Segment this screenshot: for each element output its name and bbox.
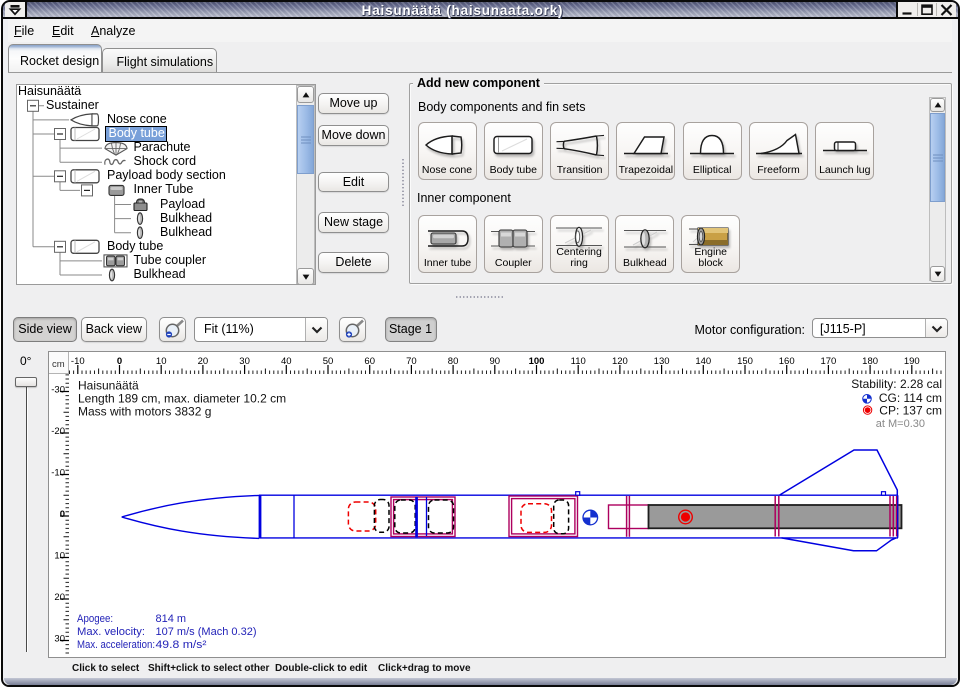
svg-text:Apogee:: Apogee:	[77, 613, 113, 625]
svg-text:180: 180	[862, 356, 878, 367]
svg-text:40: 40	[281, 356, 292, 367]
svg-text:10: 10	[156, 356, 167, 367]
svg-text:Max. acceleration:: Max. acceleration:	[77, 639, 155, 651]
svg-text:-20: -20	[51, 426, 65, 437]
svg-text:49.8 m/s²: 49.8 m/s²	[156, 639, 207, 651]
svg-text:814 m: 814 m	[156, 613, 187, 625]
svg-text:20: 20	[54, 592, 65, 603]
svg-text:0: 0	[60, 509, 65, 520]
svg-text:130: 130	[654, 356, 670, 367]
svg-text:at M=0.30: at M=0.30	[876, 418, 925, 430]
svg-text:70: 70	[406, 356, 417, 367]
svg-text:140: 140	[695, 356, 711, 367]
svg-text:190: 190	[904, 356, 920, 367]
svg-text:60: 60	[364, 356, 375, 367]
svg-text:CP: 137 cm: CP: 137 cm	[879, 404, 942, 418]
svg-text:150: 150	[737, 356, 753, 367]
svg-text:160: 160	[779, 356, 795, 367]
svg-text:120: 120	[612, 356, 628, 367]
svg-text:20: 20	[198, 356, 209, 367]
svg-text:Mass with motors 3832 g: Mass with motors 3832 g	[78, 405, 211, 419]
svg-text:Length 189 cm, max. diameter 1: Length 189 cm, max. diameter 10.2 cm	[78, 392, 286, 406]
svg-text:80: 80	[448, 356, 459, 367]
svg-text:107 m/s (Mach 0.32): 107 m/s (Mach 0.32)	[156, 626, 257, 638]
svg-text:Max. velocity:: Max. velocity:	[77, 626, 145, 638]
svg-text:110: 110	[571, 356, 586, 367]
svg-text:170: 170	[820, 356, 836, 367]
svg-text:100: 100	[529, 356, 545, 367]
svg-text:-30: -30	[51, 385, 65, 396]
svg-text:50: 50	[323, 356, 334, 367]
svg-text:Haisunäätä: Haisunäätä	[78, 379, 139, 393]
svg-text:-10: -10	[51, 468, 65, 479]
svg-text:90: 90	[490, 356, 501, 367]
svg-text:30: 30	[54, 634, 65, 645]
svg-text:10: 10	[54, 551, 65, 562]
svg-text:30: 30	[239, 356, 250, 367]
svg-text:-10: -10	[71, 356, 85, 367]
svg-text:0: 0	[117, 356, 122, 367]
svg-text:Stability: 2.28 cal: Stability: 2.28 cal	[851, 377, 942, 391]
